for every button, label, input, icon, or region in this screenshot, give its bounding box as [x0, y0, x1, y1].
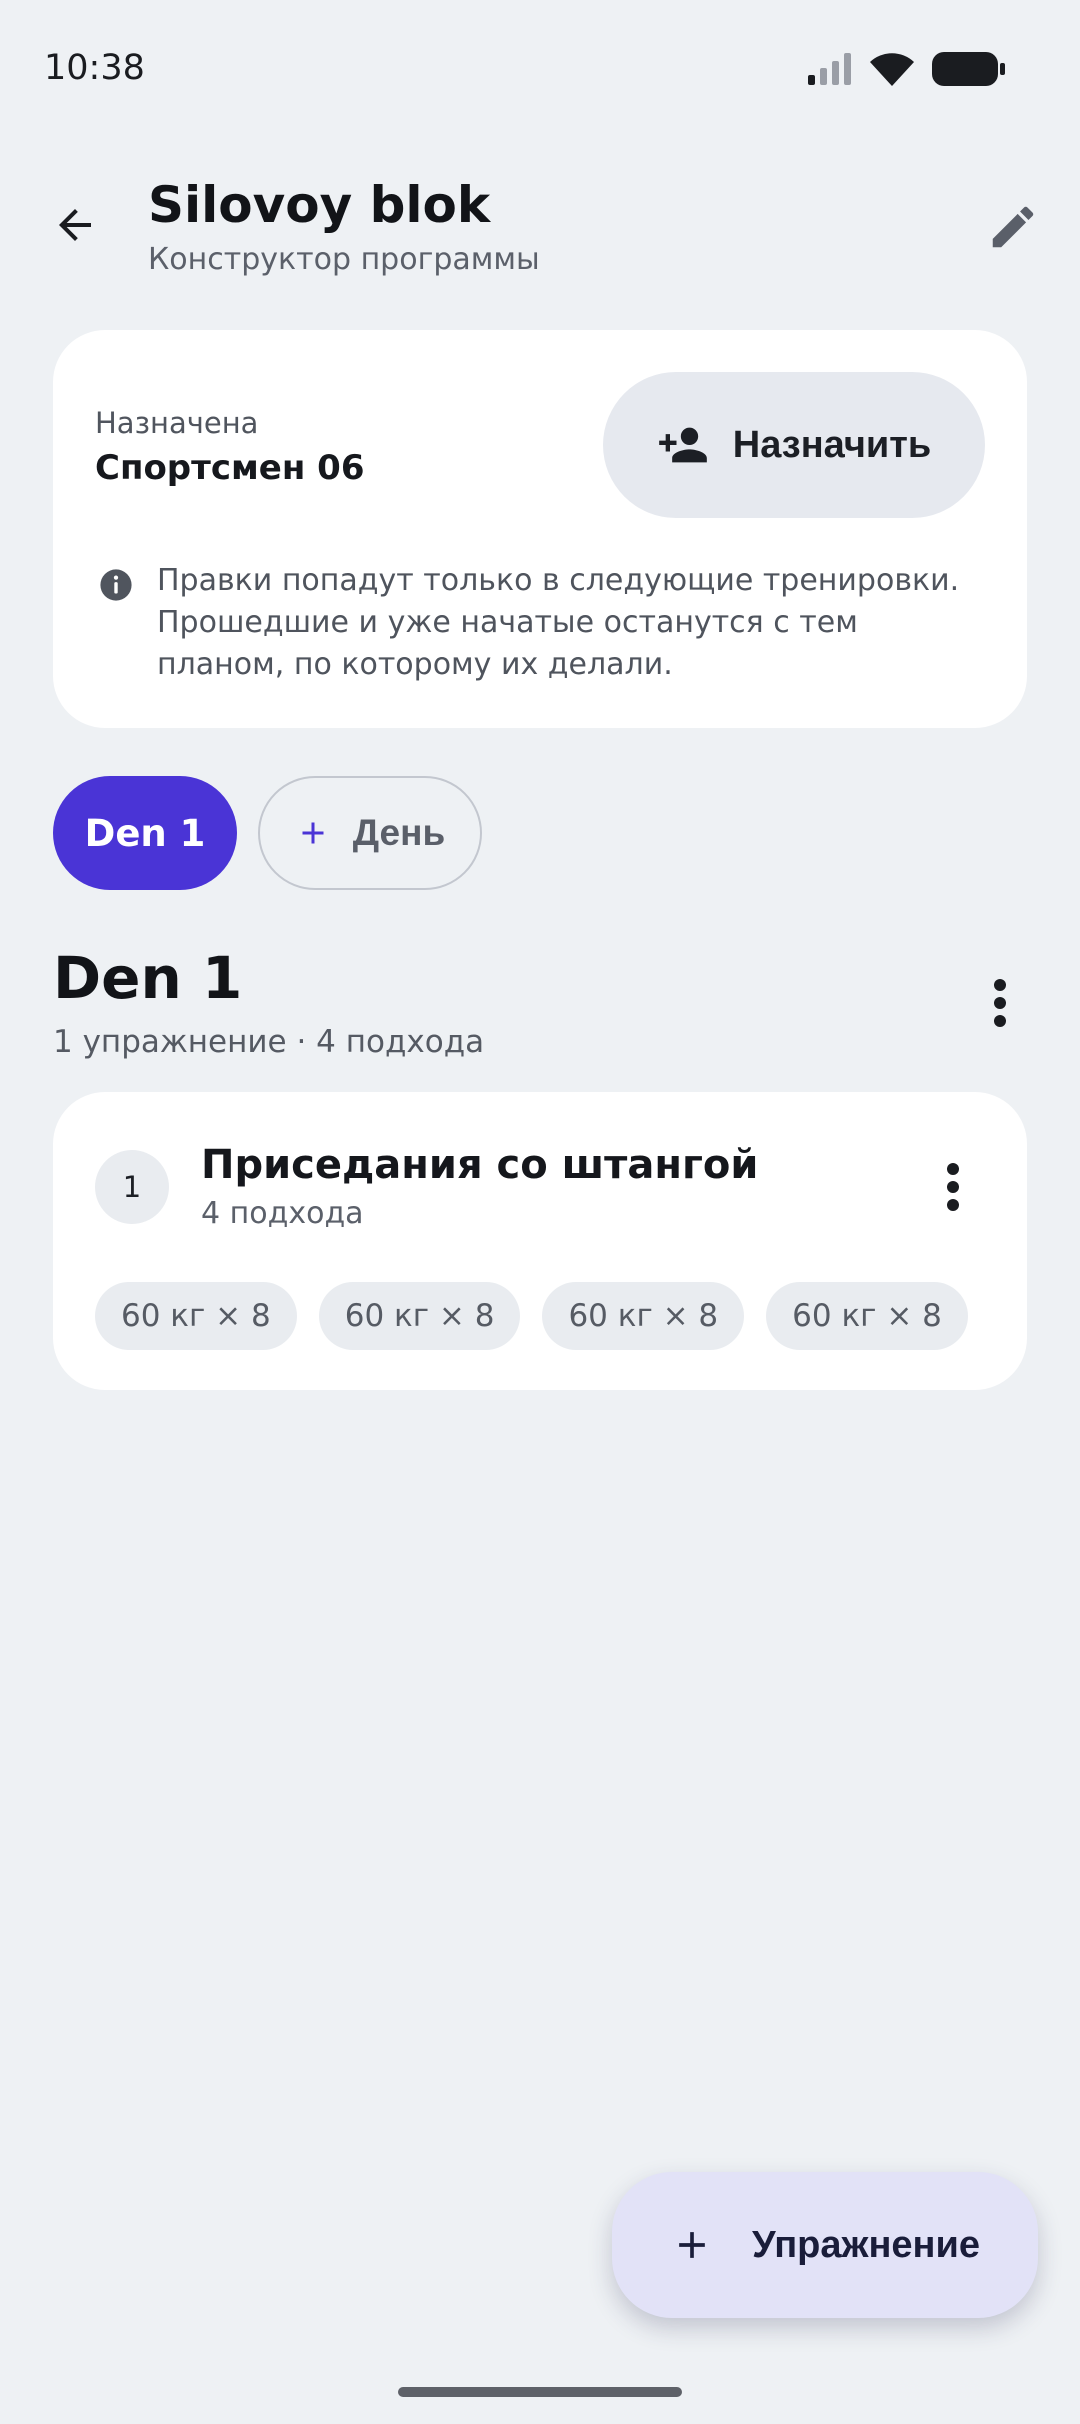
plus-icon [302, 822, 324, 844]
edit-button[interactable] [976, 190, 1050, 264]
set-chip[interactable]: 60 кг × 8 [766, 1282, 968, 1350]
assign-button-label: Назначить [732, 423, 932, 466]
info-icon [100, 569, 132, 601]
exercise-number-badge: 1 [95, 1150, 169, 1224]
set-chips: 60 кг × 8 60 кг × 8 60 кг × 8 60 кг × 8 [95, 1282, 968, 1350]
assign-button[interactable]: Назначить [603, 372, 985, 518]
exercise-menu-button[interactable] [923, 1152, 983, 1222]
tab-day-1[interactable]: Den 1 [53, 776, 237, 890]
info-text: Правки попадут только в следующие тренир… [157, 563, 960, 682]
exercise-sets-count: 4 подхода [201, 1196, 364, 1231]
assignment-card: Назначена Спортсмен 06 Назначить Правки … [53, 330, 1027, 728]
battery-icon [932, 52, 1005, 86]
set-chip[interactable]: 60 кг × 8 [318, 1282, 521, 1350]
arrow-left-icon [59, 209, 91, 241]
pencil-icon [992, 206, 1034, 248]
more-vertical-icon [947, 1163, 959, 1211]
home-indicator[interactable] [398, 2387, 682, 2397]
wifi-icon [870, 53, 914, 86]
status-bar: 10:38 [0, 0, 1080, 140]
assigned-athlete: Спортсмен 06 [95, 448, 365, 488]
add-day-button[interactable]: День [258, 776, 482, 890]
assigned-label: Назначена [95, 406, 259, 440]
day-summary: 1 упражнение · 4 подхода [53, 1024, 485, 1060]
set-chip[interactable]: 60 кг × 8 [542, 1282, 745, 1350]
plus-icon [679, 2232, 705, 2258]
fab-label: Упражнение [752, 2223, 980, 2266]
signal-icon [808, 53, 851, 85]
day-title: Den 1 [53, 944, 243, 1012]
add-exercise-fab[interactable]: Упражнение [612, 2172, 1038, 2318]
person-add-icon [658, 427, 707, 463]
exercise-name: Приседания со штангой [201, 1142, 759, 1188]
day-menu-button[interactable] [970, 968, 1030, 1038]
add-day-label: День [352, 812, 446, 853]
set-chip[interactable]: 60 кг × 8 [95, 1282, 297, 1350]
status-time: 10:38 [44, 48, 145, 88]
page-subtitle: Конструктор программы [148, 242, 540, 277]
more-vertical-icon [994, 979, 1006, 1027]
status-icons [808, 52, 1006, 86]
exercise-card[interactable]: 1 Приседания со штангой 4 подхода 60 кг … [53, 1092, 1027, 1390]
back-button[interactable] [40, 190, 110, 260]
page-title: Silovoy blok [148, 176, 491, 234]
